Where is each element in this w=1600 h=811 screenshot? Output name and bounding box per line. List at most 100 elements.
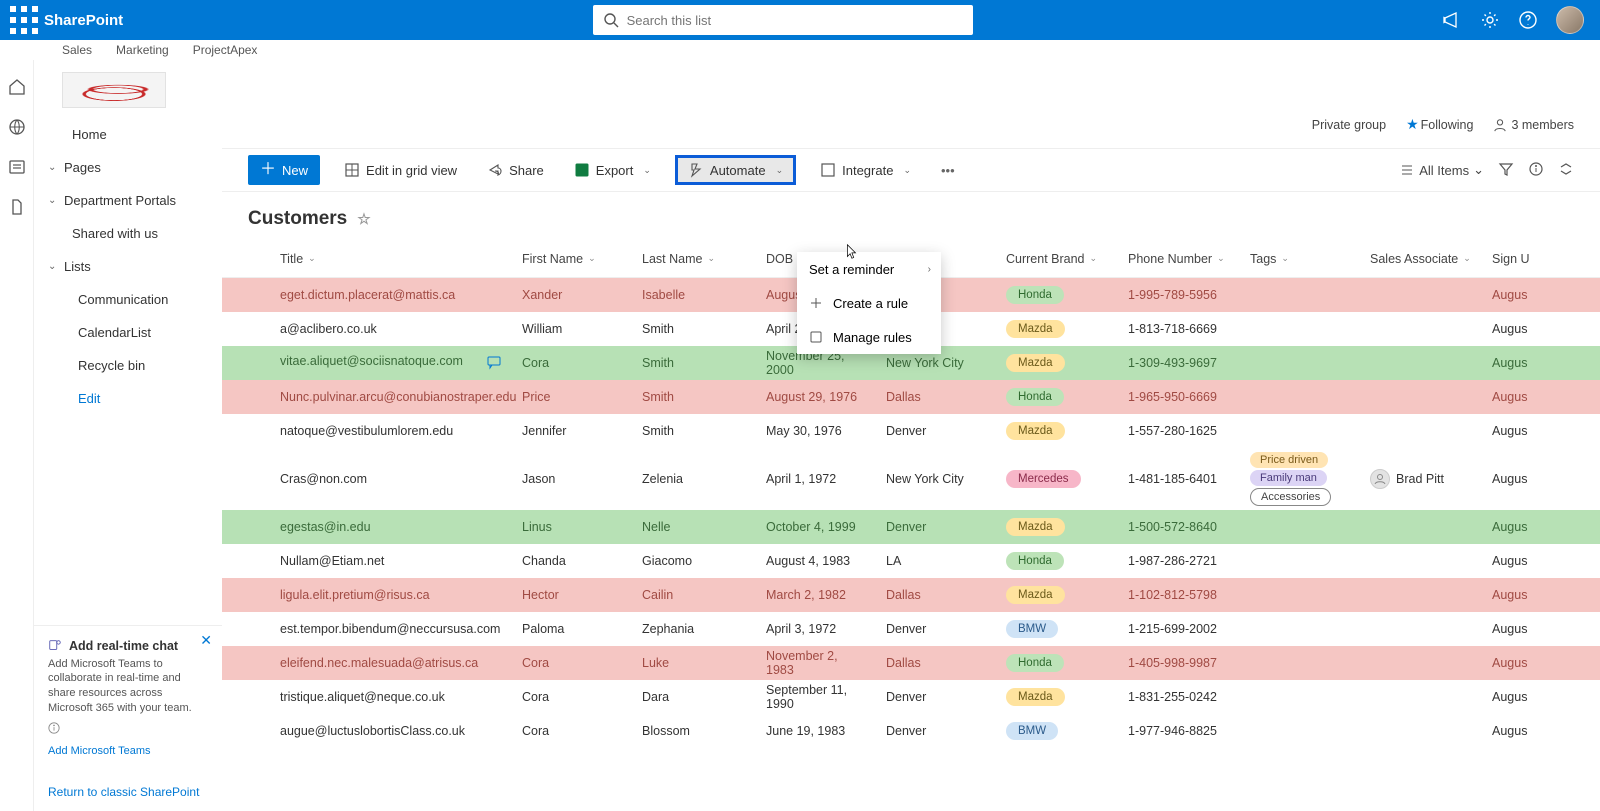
- hub-nav: Sales Marketing ProjectApex: [0, 40, 1600, 60]
- table-row[interactable]: natoque@vestibulumlorem.eduJenniferSmith…: [222, 414, 1600, 448]
- cell-brand: Honda: [996, 286, 1118, 304]
- cell-title[interactable]: eget.dictum.placerat@mattis.ca: [270, 288, 512, 302]
- cell-dob: November 2, 1983: [756, 649, 876, 677]
- cell-title[interactable]: vitae.aliquet@sociisnatoque.com: [270, 354, 512, 373]
- table-row[interactable]: ligula.elit.pretium@risus.caHectorCailin…: [222, 578, 1600, 612]
- megaphone-icon[interactable]: [1442, 10, 1462, 30]
- col-title[interactable]: Title⌄: [270, 252, 512, 266]
- search-input[interactable]: [627, 13, 963, 28]
- share-button[interactable]: Share: [481, 155, 550, 185]
- globe-rail-icon[interactable]: [8, 118, 26, 136]
- export-button[interactable]: Export⌄: [568, 155, 657, 185]
- nav-calendarlist[interactable]: CalendarList: [34, 316, 222, 349]
- table-row[interactable]: Nunc.pulvinar.arcu@conubianostraper.eduP…: [222, 380, 1600, 414]
- hub-nav-link[interactable]: ProjectApex: [193, 43, 258, 57]
- cell-brand: Mazda: [996, 422, 1118, 440]
- integrate-button[interactable]: Integrate⌄: [814, 155, 917, 185]
- home-rail-icon[interactable]: [8, 78, 26, 96]
- automate-button[interactable]: Automate⌄: [675, 155, 796, 185]
- hub-nav-link[interactable]: Marketing: [116, 43, 169, 57]
- cell-brand: Honda: [996, 552, 1118, 570]
- view-selector[interactable]: All Items⌄: [1399, 162, 1484, 178]
- table-row[interactable]: tristique.aliquet@neque.co.ukCoraDaraSep…: [222, 680, 1600, 714]
- nav-lists[interactable]: ⌄Lists: [34, 250, 222, 283]
- app-launcher-icon[interactable]: [8, 4, 40, 36]
- cell-title[interactable]: egestas@in.edu: [270, 520, 512, 534]
- cell-title[interactable]: eleifend.nec.malesuada@atrisus.ca: [270, 656, 512, 670]
- app-name[interactable]: SharePoint: [44, 12, 123, 29]
- info-icon[interactable]: [48, 722, 60, 734]
- cell-title[interactable]: est.tempor.bibendum@neccursusa.com: [270, 622, 512, 636]
- more-button[interactable]: •••: [935, 155, 961, 185]
- cell-title[interactable]: tristique.aliquet@neque.co.uk: [270, 690, 512, 704]
- set-reminder-item[interactable]: Set a reminder›: [797, 252, 941, 286]
- manage-rules-item[interactable]: Manage rules: [797, 320, 941, 354]
- site-logo[interactable]: [62, 72, 166, 108]
- table-row[interactable]: eleifend.nec.malesuada@atrisus.caCoraLuk…: [222, 646, 1600, 680]
- nav-recyclebin[interactable]: Recycle bin: [34, 349, 222, 382]
- news-rail-icon[interactable]: [8, 158, 26, 176]
- table-row[interactable]: augue@luctuslobortisClass.co.ukCoraBloss…: [222, 714, 1600, 748]
- cell-brand: Mazda: [996, 586, 1118, 604]
- cell-sign: Augus: [1482, 690, 1582, 704]
- rules-icon: [809, 330, 823, 344]
- cell-lastname: Smith: [632, 390, 756, 404]
- col-lastname[interactable]: Last Name⌄: [632, 252, 756, 266]
- col-assoc[interactable]: Sales Associate⌄: [1360, 252, 1482, 266]
- person-chip[interactable]: Brad Pitt: [1370, 469, 1472, 489]
- privacy-label: Private group: [1312, 118, 1386, 132]
- cell-lastname: Zephania: [632, 622, 756, 636]
- teams-icon: [48, 638, 62, 652]
- filter-icon[interactable]: [1498, 161, 1514, 180]
- user-avatar[interactable]: [1556, 6, 1584, 34]
- col-firstname[interactable]: First Name⌄: [512, 252, 632, 266]
- cell-title[interactable]: Nunc.pulvinar.arcu@conubianostraper.edu: [270, 390, 512, 404]
- hub-nav-link[interactable]: Sales: [62, 43, 92, 57]
- new-button[interactable]: ＋New: [248, 155, 320, 185]
- settings-gear-icon[interactable]: [1480, 10, 1500, 30]
- table-row[interactable]: Cras@non.comJasonZeleniaApril 1, 1972New…: [222, 448, 1600, 510]
- nav-dept-portals[interactable]: ⌄Department Portals: [34, 184, 222, 217]
- close-icon[interactable]: ✕: [200, 632, 212, 649]
- cell-title[interactable]: Nullam@Etiam.net: [270, 554, 512, 568]
- nav-communication[interactable]: Communication: [34, 283, 222, 316]
- edit-grid-button[interactable]: Edit in grid view: [338, 155, 463, 185]
- members-link[interactable]: 3 members: [1493, 118, 1574, 132]
- cell-title[interactable]: natoque@vestibulumlorem.edu: [270, 424, 512, 438]
- files-rail-icon[interactable]: [8, 198, 26, 216]
- table-row[interactable]: Nullam@Etiam.netChandaGiacomoAugust 4, 1…: [222, 544, 1600, 578]
- col-brand[interactable]: Current Brand⌄: [996, 252, 1118, 266]
- comment-icon[interactable]: [486, 354, 502, 373]
- create-rule-item[interactable]: Create a rule: [797, 286, 941, 320]
- favorite-star-icon[interactable]: ☆: [357, 210, 370, 228]
- cell-dob: August 4, 1983: [756, 554, 876, 568]
- nav-edit[interactable]: Edit: [34, 382, 222, 415]
- col-phone[interactable]: Phone Number⌄: [1118, 252, 1240, 266]
- nav-home[interactable]: Home: [34, 118, 222, 151]
- col-sign[interactable]: Sign U: [1482, 252, 1582, 266]
- table-row[interactable]: egestas@in.eduLinusNelleOctober 4, 1999D…: [222, 510, 1600, 544]
- col-tags[interactable]: Tags⌄: [1240, 252, 1360, 266]
- command-bar: ＋New Edit in grid view Share Export⌄ Aut…: [222, 148, 1600, 192]
- info-pane-icon[interactable]: [1528, 161, 1544, 180]
- cell-sign: Augus: [1482, 356, 1582, 370]
- cell-phone: 1-965-950-6669: [1118, 390, 1240, 404]
- cell-title[interactable]: augue@luctuslobortisClass.co.uk: [270, 724, 512, 738]
- expand-icon[interactable]: [1558, 161, 1574, 180]
- help-icon[interactable]: [1518, 10, 1538, 30]
- promo-link[interactable]: Add Microsoft Teams: [48, 745, 151, 757]
- cell-phone: 1-102-812-5798: [1118, 588, 1240, 602]
- search-box[interactable]: [593, 5, 973, 35]
- chevron-down-icon: ⌄: [48, 195, 56, 206]
- table-row[interactable]: est.tempor.bibendum@neccursusa.comPaloma…: [222, 612, 1600, 646]
- cell-sign: Augus: [1482, 724, 1582, 738]
- cell-phone: 1-813-718-6669: [1118, 322, 1240, 336]
- suite-bar: SharePoint: [0, 0, 1600, 40]
- following-toggle[interactable]: ★Following: [1406, 116, 1473, 133]
- return-classic-link[interactable]: Return to classic SharePoint: [48, 785, 208, 799]
- cell-title[interactable]: ligula.elit.pretium@risus.ca: [270, 588, 512, 602]
- nav-pages[interactable]: ⌄Pages: [34, 151, 222, 184]
- cell-title[interactable]: a@aclibero.co.uk: [270, 322, 512, 336]
- nav-shared[interactable]: Shared with us: [34, 217, 222, 250]
- cell-title[interactable]: Cras@non.com: [270, 472, 512, 486]
